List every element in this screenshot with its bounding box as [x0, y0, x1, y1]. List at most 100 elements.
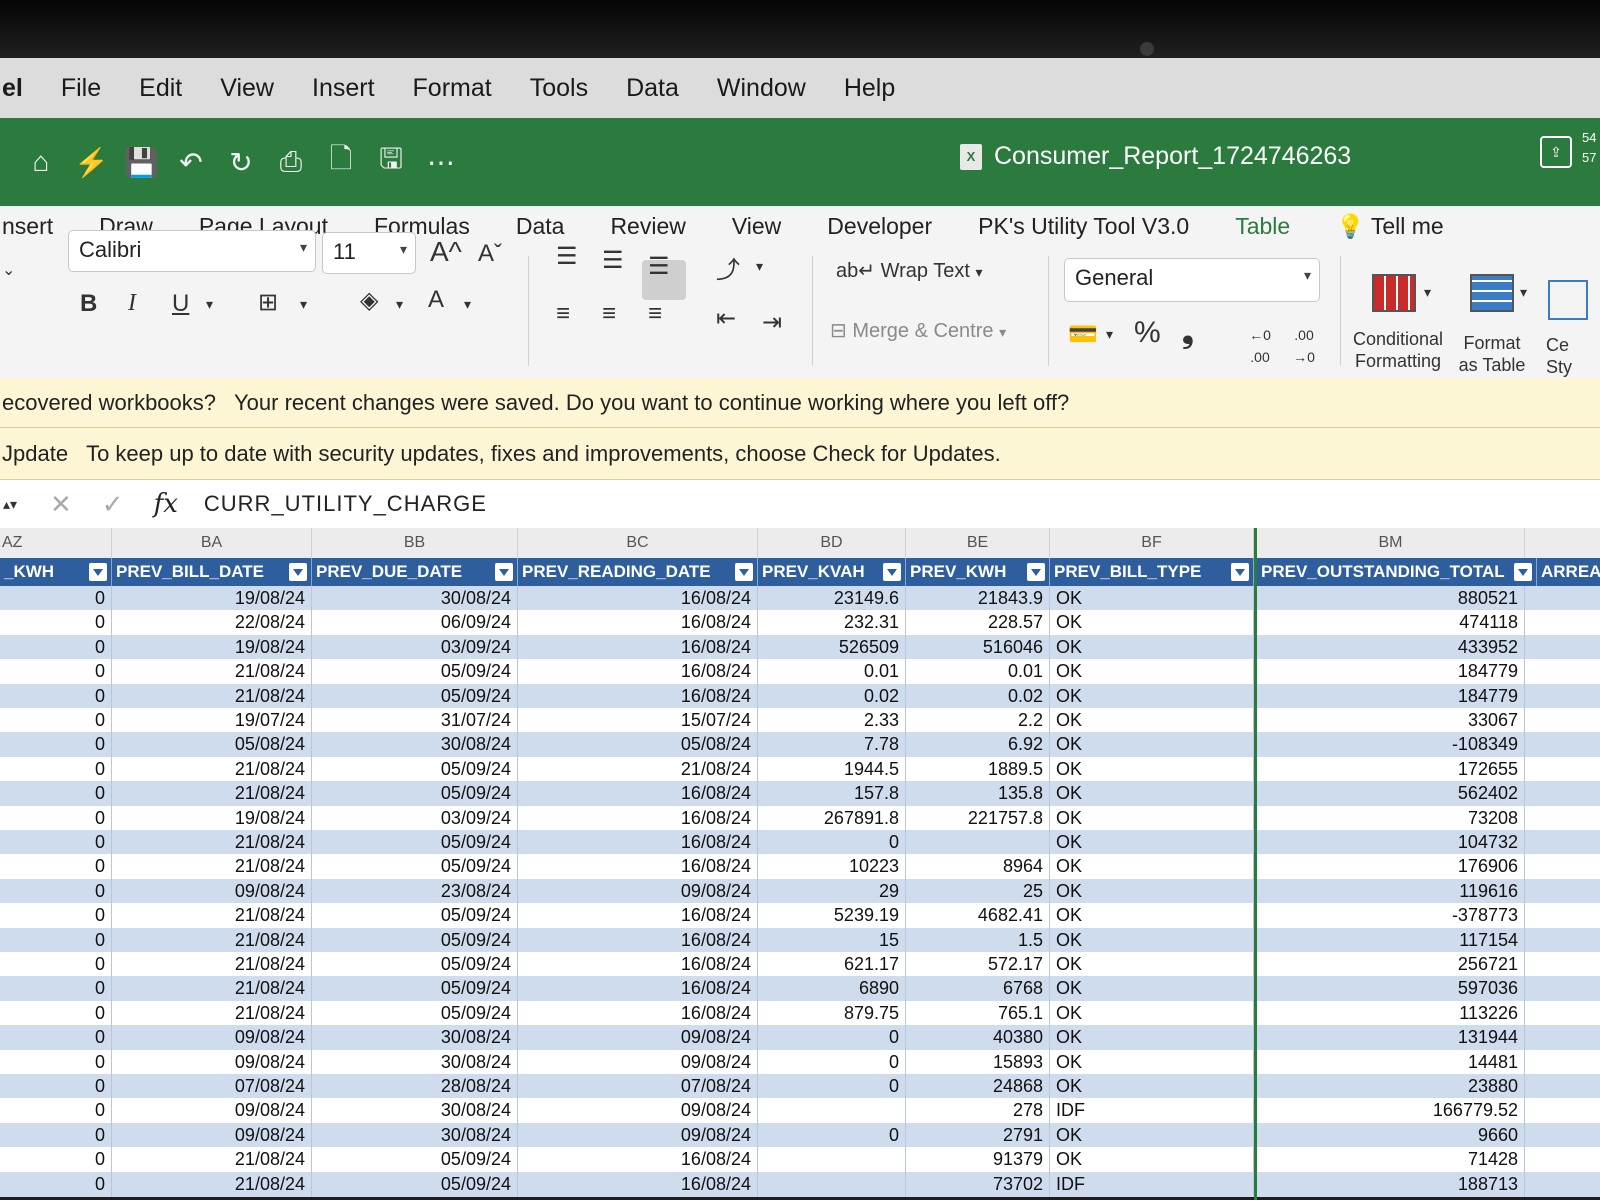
insert-function-icon[interactable]: fx: [154, 489, 178, 519]
filter-dropdown-icon[interactable]: [735, 563, 753, 581]
prev-outstanding-total-cell[interactable]: 119616: [1257, 878, 1525, 904]
menu-window[interactable]: Window: [717, 74, 806, 103]
prev-reading-date-cell[interactable]: 16/08/24: [518, 634, 758, 660]
prev-outstanding-total-cell[interactable]: 73208: [1257, 805, 1525, 831]
format-as-table-button[interactable]: Format as Table: [1452, 332, 1532, 376]
prev-due-date-cell[interactable]: 23/08/24: [312, 878, 518, 904]
prev-due-date-cell[interactable]: 05/09/24: [312, 927, 518, 953]
prev-kvah-cell[interactable]: 526509: [758, 634, 906, 660]
paste-chevron-icon[interactable]: ⌄: [2, 260, 15, 280]
prev-bill-type-cell[interactable]: OK: [1050, 903, 1254, 929]
prev-reading-date-cell[interactable]: 15/07/24: [518, 708, 758, 733]
prev-kwh-cell[interactable]: [906, 830, 1050, 855]
prev-due-date-cell[interactable]: 05/09/24: [312, 1000, 518, 1026]
prev-due-date-cell[interactable]: 30/08/24: [312, 1122, 518, 1148]
prev-bill-date-cell[interactable]: 09/08/24: [112, 1049, 312, 1075]
conditional-formatting-icon[interactable]: [1372, 274, 1416, 312]
prev-bill-type-cell[interactable]: OK: [1050, 1122, 1254, 1148]
prev-kvah-cell[interactable]: [758, 1098, 906, 1124]
kwh-cell[interactable]: 0: [0, 903, 112, 929]
prev-bill-date-cell[interactable]: 21/08/24: [112, 1147, 312, 1173]
prev-outstanding-total-cell[interactable]: 104732: [1257, 830, 1525, 855]
prev-bill-date-cell[interactable]: 21/08/24: [112, 1171, 312, 1197]
prev-outstanding-total-cell[interactable]: -108349: [1257, 732, 1525, 758]
prev-kwh-cell[interactable]: 1.5: [906, 927, 1050, 953]
prev-bill-date-cell[interactable]: 22/08/24: [112, 610, 312, 636]
prev-kvah-cell[interactable]: 879.75: [758, 1000, 906, 1026]
prev-kvah-cell[interactable]: [758, 1147, 906, 1173]
fill-color-icon[interactable]: ◈: [360, 286, 378, 315]
filter-dropdown-icon[interactable]: [1231, 563, 1249, 581]
header-cell[interactable]: PREV_READING_DATE: [518, 558, 758, 586]
increase-decimal-button[interactable]: ←0 .00: [1240, 324, 1280, 368]
kwh-cell[interactable]: 0: [0, 610, 112, 636]
prev-bill-type-cell[interactable]: IDF: [1050, 1098, 1254, 1124]
kwh-cell[interactable]: 0: [0, 927, 112, 953]
redo-icon[interactable]: ↻: [224, 146, 258, 179]
kwh-cell[interactable]: 0: [0, 830, 112, 855]
prev-outstanding-total-cell[interactable]: 172655: [1257, 756, 1525, 782]
menu-tools[interactable]: Tools: [530, 74, 588, 103]
prev-kwh-cell[interactable]: 0.01: [906, 659, 1050, 685]
column-letter[interactable]: BB: [312, 528, 518, 558]
prev-outstanding-total-cell[interactable]: 131944: [1257, 1025, 1525, 1051]
prev-kvah-cell[interactable]: [758, 1171, 906, 1197]
menu-app[interactable]: el: [2, 74, 23, 103]
prev-bill-type-cell[interactable]: OK: [1050, 610, 1254, 636]
prev-bill-date-cell[interactable]: 21/08/24: [112, 1000, 312, 1026]
header-cell[interactable]: ARREAR: [1537, 558, 1600, 586]
cell-styles-button[interactable]: Ce Sty: [1546, 334, 1586, 378]
prev-bill-date-cell[interactable]: 05/08/24: [112, 732, 312, 758]
column-letter[interactable]: BA: [112, 528, 312, 558]
prev-bill-date-cell[interactable]: 09/08/24: [112, 878, 312, 904]
format-as-table-icon[interactable]: [1470, 274, 1514, 312]
prev-outstanding-total-cell[interactable]: 474118: [1257, 610, 1525, 636]
prev-outstanding-total-cell[interactable]: 176906: [1257, 854, 1525, 880]
chevron-down-icon[interactable]: ▾: [1520, 284, 1527, 301]
prev-due-date-cell[interactable]: 05/09/24: [312, 854, 518, 880]
prev-bill-type-cell[interactable]: OK: [1050, 878, 1254, 904]
column-letter[interactable]: BM: [1257, 528, 1525, 558]
comma-button[interactable]: ❟: [1182, 316, 1194, 350]
prev-due-date-cell[interactable]: 30/08/24: [312, 1098, 518, 1124]
prev-kvah-cell[interactable]: 0: [758, 830, 906, 855]
prev-outstanding-total-cell[interactable]: 33067: [1257, 708, 1525, 733]
kwh-cell[interactable]: 0: [0, 976, 112, 1002]
prev-due-date-cell[interactable]: 05/09/24: [312, 781, 518, 807]
cell-styles-icon[interactable]: [1548, 280, 1588, 320]
tab-table[interactable]: Table: [1235, 213, 1290, 240]
kwh-cell[interactable]: 0: [0, 586, 112, 611]
prev-reading-date-cell[interactable]: 16/08/24: [518, 854, 758, 880]
prev-reading-date-cell[interactable]: 16/08/24: [518, 903, 758, 929]
chevron-down-icon[interactable]: ▾: [464, 296, 471, 313]
prev-bill-type-cell[interactable]: OK: [1050, 1025, 1254, 1051]
prev-reading-date-cell[interactable]: 16/08/24: [518, 976, 758, 1002]
prev-outstanding-total-cell[interactable]: 184779: [1257, 659, 1525, 685]
prev-bill-type-cell[interactable]: IDF: [1050, 1171, 1254, 1197]
filter-dropdown-icon[interactable]: [1027, 563, 1045, 581]
prev-reading-date-cell[interactable]: 09/08/24: [518, 1098, 758, 1124]
prev-reading-date-cell[interactable]: 05/08/24: [518, 732, 758, 758]
prev-bill-type-cell[interactable]: OK: [1050, 732, 1254, 758]
menu-data[interactable]: Data: [626, 74, 679, 103]
prev-kwh-cell[interactable]: 278: [906, 1098, 1050, 1124]
prev-bill-date-cell[interactable]: 07/08/24: [112, 1074, 312, 1099]
prev-kwh-cell[interactable]: 73702: [906, 1171, 1050, 1197]
prev-reading-date-cell[interactable]: 16/08/24: [518, 1147, 758, 1173]
filter-dropdown-icon[interactable]: [289, 563, 307, 581]
prev-bill-type-cell[interactable]: OK: [1050, 586, 1254, 611]
merge-centre-button[interactable]: ⊟ Merge & Centre ▾: [830, 318, 1006, 343]
prev-kwh-cell[interactable]: 4682.41: [906, 903, 1050, 929]
kwh-cell[interactable]: 0: [0, 952, 112, 977]
kwh-cell[interactable]: 0: [0, 708, 112, 733]
menu-view[interactable]: View: [220, 74, 274, 103]
prev-due-date-cell[interactable]: 05/09/24: [312, 1147, 518, 1173]
prev-reading-date-cell[interactable]: 09/08/24: [518, 1025, 758, 1051]
kwh-cell[interactable]: 0: [0, 1025, 112, 1051]
prev-outstanding-total-cell[interactable]: 880521: [1257, 586, 1525, 611]
column-letter[interactable]: AZ: [0, 528, 112, 558]
prev-bill-date-cell[interactable]: 19/07/24: [112, 708, 312, 733]
save-as-icon[interactable]: 🖫: [374, 138, 408, 186]
prev-due-date-cell[interactable]: 30/08/24: [312, 1049, 518, 1075]
prev-kwh-cell[interactable]: 15893: [906, 1049, 1050, 1075]
